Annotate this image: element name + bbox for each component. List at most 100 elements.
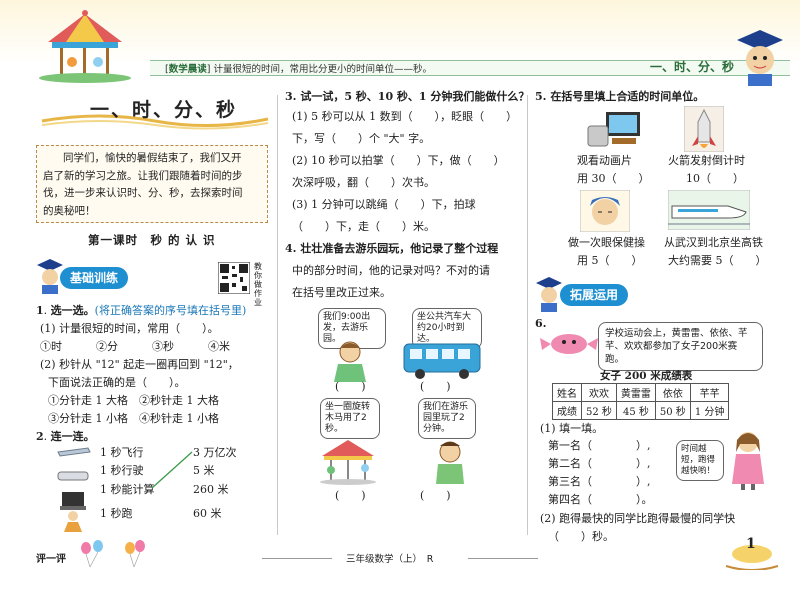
intro-box: 同学们，愉快的暑假结束了，我们又开 启了新的学习之旅。让我们跟随着时间的步 伐，… (36, 145, 268, 223)
q5-title: 5. 在括号里填上合适的时间单位。 (535, 90, 705, 103)
footer-rule-left (262, 558, 332, 559)
table-cell: 45 秒 (615, 401, 656, 420)
intro-line-4: 的奥秘吧！ (43, 204, 96, 217)
footer-book-title: 三年级数学（上） R (346, 551, 433, 565)
q3-line-4: 次深呼吸，翻（ ）次书。 (292, 176, 435, 189)
answer-paren-4: ( ) (420, 489, 451, 502)
page-title: 一、时、分、秒 (90, 99, 238, 121)
q1-option-4: ④米 (208, 340, 230, 353)
table-row: 姓名 欢欢 黄雷雷 依依 芊芊 (552, 383, 730, 402)
bus-pic (403, 343, 481, 379)
q2-right-3: 260 米 (193, 483, 229, 496)
page-header: [数学晨读] 计量很短的时间，常用比分更小的时间单位——秒。 一、时、分、秒 (0, 0, 800, 92)
girl-pic (732, 432, 764, 490)
q4-title-2: 中的部分时间，他的记录对吗？不对的请 (292, 264, 490, 277)
answer-paren-1: ( ) (335, 380, 366, 393)
child-pic-2 (436, 441, 464, 484)
basic-training-banner: 基础训练 (60, 267, 129, 289)
q1-number: 1 (36, 304, 44, 317)
table-cell: 成绩 (552, 401, 582, 420)
q5-item4-b: 大约需要 5（ ） (668, 254, 767, 267)
q6-part2-line1: (2) 跑得最快的同学比跑得最慢的同学快 (540, 512, 736, 525)
q1-heading: 1. 选一选。(将正确答案的序号填在括号里) (36, 304, 247, 317)
q1-sub2-options-b: ③分针走 1 小格 ④秒针走 1 小格 (48, 412, 219, 425)
q4-title-1: 4. 壮壮准备去游乐园玩，他记录了整个过程 (285, 242, 499, 255)
q2-right-1: 3 万亿次 (193, 446, 237, 459)
intro-line-2: 启了新的学习之旅。让我们跟随着时间的步 (43, 169, 243, 182)
answer-paren-2: ( ) (420, 380, 451, 393)
student-mascot-icon-2 (536, 277, 562, 312)
q2-number: 2 (36, 430, 44, 443)
rocket-pic (684, 106, 724, 152)
girl-speech-bubble: 时间越短，跑得越快哟！ (676, 440, 724, 481)
lesson-title: 第一课时 秒 的 认 识 (88, 233, 216, 247)
q3-line-5: (3) 1 分钟可以跳绳（ ）下，拍球 (292, 198, 476, 211)
table-header-cell: 依依 (654, 383, 691, 402)
q2-right-4: 60 米 (193, 507, 222, 520)
column-divider-2 (527, 95, 528, 535)
evaluation-label: 评一评 (36, 554, 66, 565)
extension-banner: 拓展运用 (560, 284, 629, 306)
intro-line-1: 同学们，愉快的暑假结束了，我们又开 (63, 152, 242, 164)
q2-left-1: 1 秒飞行 (100, 446, 144, 459)
child-pic-1 (334, 341, 366, 382)
book-title: 三年级数学（上） (346, 554, 418, 565)
q1-sub1: (1) 计量很短的时间，常用（ ）。 (40, 322, 219, 335)
rank-line-4: 第四名（ ）。 (548, 493, 653, 506)
q2-pictures (57, 447, 91, 532)
table-header-cell: 姓名 (552, 383, 582, 402)
q1-option-3: ③秒 (152, 340, 174, 353)
q2-left-4: 1 秒跑 (100, 507, 133, 520)
highspeed-train-pic (668, 190, 750, 230)
rank-line-2: 第二名（ ）, (548, 457, 651, 470)
balloons-icon (81, 540, 145, 568)
q3-line-6: （ ）下，走（ ）米。 (292, 220, 435, 233)
q3-line-3: (2) 10 秒可以拍掌（ ）下，做（ ） (292, 154, 505, 167)
table-cell: 1 分钟 (689, 401, 730, 420)
q1-sub2-line2: 下面说法正确的是（ ）。 (48, 376, 186, 389)
table-header-cell: 芊芊 (689, 383, 730, 402)
q6-part2-line2: （ ）秒。 (548, 530, 614, 543)
column-divider-1 (277, 95, 278, 535)
q1-hint: (将正确答案的序号填在括号里) (94, 304, 247, 317)
q6-fill-label: (1) 填一填。 (540, 422, 604, 435)
q3-line-2: 下，写（ ）个 "大" 字。 (292, 132, 431, 145)
intro-line-3: 伐，进一步来认识时、分、秒，去探索时间 (43, 187, 243, 199)
q1-sub2-line1: (2) 秒针从 "12" 起走一圈再回到 "12"， (40, 358, 239, 371)
table-header-cell: 欢欢 (581, 383, 617, 402)
q1-label: 选一选。 (50, 304, 95, 317)
rank-line-3: 第三名（ ）, (548, 475, 651, 488)
q2-left-3: 1 秒能计算 (100, 483, 155, 496)
bird-mascot-pic (540, 334, 598, 354)
rank-line-1: 第一名（ ）, (548, 439, 651, 452)
q5-item2-a: 火箭发射倒计时 (668, 154, 745, 167)
table-cell: 52 秒 (581, 401, 617, 420)
table-row: 成绩 52 秒 45 秒 50 秒 1 分钟 (552, 401, 730, 420)
q3-line-1: (1) 5 秒可以从 1 数到（ ），眨眼（ ） (292, 110, 518, 123)
answer-paren-3: ( ) (335, 489, 366, 502)
q1-option-1: ①时 (40, 340, 62, 353)
tag-label: 数学晨读 (168, 64, 207, 75)
q2-right-2: 5 米 (193, 464, 215, 477)
page-number: 1 (746, 536, 756, 552)
title-ribbon: 一、时、分、秒 (40, 95, 270, 135)
score-table: 姓名 欢欢 黄雷雷 依依 芊芊 成绩 52 秒 45 秒 50 秒 1 分钟 (552, 383, 730, 420)
carousel-pic (320, 440, 376, 485)
qr-code-icon[interactable] (218, 262, 250, 294)
tv-pic (587, 112, 640, 147)
table-header-cell: 黄雷雷 (615, 383, 656, 402)
tag-text: 计量很短的时间，常用比分更小的时间单位——秒。 (213, 64, 432, 75)
carousel-illustration (39, 10, 131, 83)
q1-sub1-options: ①时 ②分 ③秒 ④米 (40, 338, 230, 356)
edition-mark: R (426, 554, 434, 565)
footer-rule-right (468, 558, 538, 559)
q5-item2-b: 10（ ） (686, 172, 744, 185)
q2-connection-line (151, 451, 193, 489)
q6-intro-bubble: 学校运动会上，黄雷雷、依依、芊芊、欢欢都参加了女子200米赛跑。 (598, 322, 763, 371)
q5-item4-a: 从武汉到北京坐高铁 (664, 236, 763, 249)
qr-caption: 教你做作业 (254, 262, 262, 307)
unit-title-header: 一、时、分、秒 (650, 60, 735, 74)
q5-item3-a: 做一次眼保健操 (568, 236, 645, 249)
speech-bubble-4: 我们在游乐园里玩了2分钟。 (418, 398, 476, 439)
q2-label: 连一连。 (50, 430, 95, 443)
